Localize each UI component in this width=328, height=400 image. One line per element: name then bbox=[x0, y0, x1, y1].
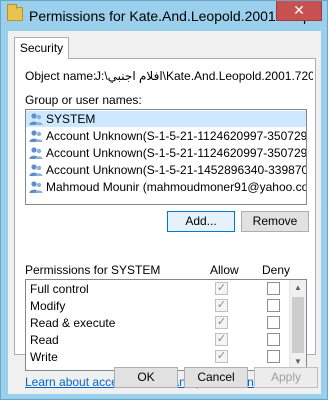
remove-button[interactable]: Remove bbox=[241, 211, 309, 232]
permission-rows: Full control ✓ Modify ✓ Read & execute ✓ Read ✓… bbox=[26, 280, 306, 365]
permission-name: Modify bbox=[30, 299, 66, 313]
user-group-icon bbox=[29, 147, 43, 159]
user-group-icon bbox=[29, 130, 43, 142]
allow-checkbox[interactable]: ✓ bbox=[215, 299, 228, 312]
permission-name: Read bbox=[30, 333, 59, 347]
permissions-window: Permissions for Kate.And.Leopold.2001.72… bbox=[0, 0, 328, 400]
user-name: Account Unknown(S-1-5-21-1124620997-3507… bbox=[46, 129, 307, 143]
user-list-item[interactable]: Account Unknown(S-1-5-21-1124620997-3507… bbox=[26, 145, 306, 161]
permission-name: Full control bbox=[30, 282, 89, 296]
allow-checkbox[interactable]: ✓ bbox=[215, 316, 228, 329]
permission-row: Full control ✓ bbox=[26, 280, 306, 297]
deny-checkbox[interactable] bbox=[267, 282, 280, 295]
user-list[interactable]: SYSTEM Account Unknown(S-1-5-21-112462099… bbox=[25, 109, 307, 205]
user-list-item[interactable]: SYSTEM bbox=[26, 111, 306, 127]
ok-button[interactable]: OK bbox=[114, 367, 178, 388]
tab-security[interactable]: Security bbox=[14, 37, 69, 59]
user-list-item[interactable]: Account Unknown(S-1-5-21-1452896340-3398… bbox=[26, 162, 306, 178]
user-group-icon bbox=[29, 113, 43, 125]
apply-button[interactable]: Apply bbox=[254, 367, 318, 388]
permissions-scrollbar[interactable]: ▲ ▼ bbox=[289, 280, 306, 370]
user-group-icon bbox=[29, 164, 43, 176]
allow-header: Allow bbox=[210, 263, 239, 277]
deny-checkbox[interactable] bbox=[267, 299, 280, 312]
title-bar[interactable]: Permissions for Kate.And.Leopold.2001.72… bbox=[1, 1, 327, 31]
scroll-thumb[interactable] bbox=[292, 297, 304, 353]
permission-row: Read & execute ✓ bbox=[26, 314, 306, 331]
user-name: Account Unknown(S-1-5-21-1452896340-3398… bbox=[46, 163, 306, 177]
permission-name: Write bbox=[30, 350, 58, 364]
cancel-button[interactable]: Cancel bbox=[184, 367, 248, 388]
permission-row: Read ✓ bbox=[26, 331, 306, 348]
allow-checkbox[interactable]: ✓ bbox=[215, 333, 228, 346]
allow-checkbox[interactable]: ✓ bbox=[215, 282, 228, 295]
deny-checkbox[interactable] bbox=[267, 350, 280, 363]
object-name-label: Object name: bbox=[25, 69, 97, 83]
scroll-up-icon[interactable]: ▲ bbox=[290, 280, 306, 296]
user-name: Account Unknown(S-1-5-21-1124620997-3507… bbox=[46, 146, 307, 160]
permission-row: Modify ✓ bbox=[26, 297, 306, 314]
deny-checkbox[interactable] bbox=[267, 316, 280, 329]
deny-checkbox[interactable] bbox=[267, 333, 280, 346]
permission-name: Read & execute bbox=[30, 316, 116, 330]
user-name: Mahmoud Mounir (mahmoudmoner91@yahoo.com… bbox=[46, 180, 307, 194]
user-group-icon bbox=[29, 181, 43, 193]
dialog-client: Security Object name: J:\افلام اجنبي\Kat… bbox=[8, 31, 321, 394]
add-button[interactable]: Add... bbox=[167, 211, 235, 232]
security-tab-panel: Object name: J:\افلام اجنبي\Kate.And.Leo… bbox=[14, 58, 316, 389]
permissions-list: Full control ✓ Modify ✓ Read & execute ✓ Read ✓… bbox=[25, 279, 307, 371]
folder-icon bbox=[7, 4, 23, 21]
deny-header: Deny bbox=[262, 263, 291, 277]
allow-checkbox[interactable]: ✓ bbox=[215, 350, 228, 363]
close-button[interactable]: ✕ bbox=[276, 1, 322, 21]
permissions-header: Permissions for SYSTEM bbox=[25, 263, 161, 277]
user-name: SYSTEM bbox=[46, 112, 96, 126]
user-list-item[interactable]: Mahmoud Mounir (mahmoudmoner91@yahoo.com… bbox=[26, 179, 306, 195]
user-list-item[interactable]: Account Unknown(S-1-5-21-1124620997-3507… bbox=[26, 128, 306, 144]
group-names-label: Group or user names: bbox=[25, 93, 142, 107]
permission-row: Write ✓ bbox=[26, 348, 306, 365]
object-name-value: J:\افلام اجنبي\Kate.And.Leopold.2001.720… bbox=[95, 69, 313, 83]
